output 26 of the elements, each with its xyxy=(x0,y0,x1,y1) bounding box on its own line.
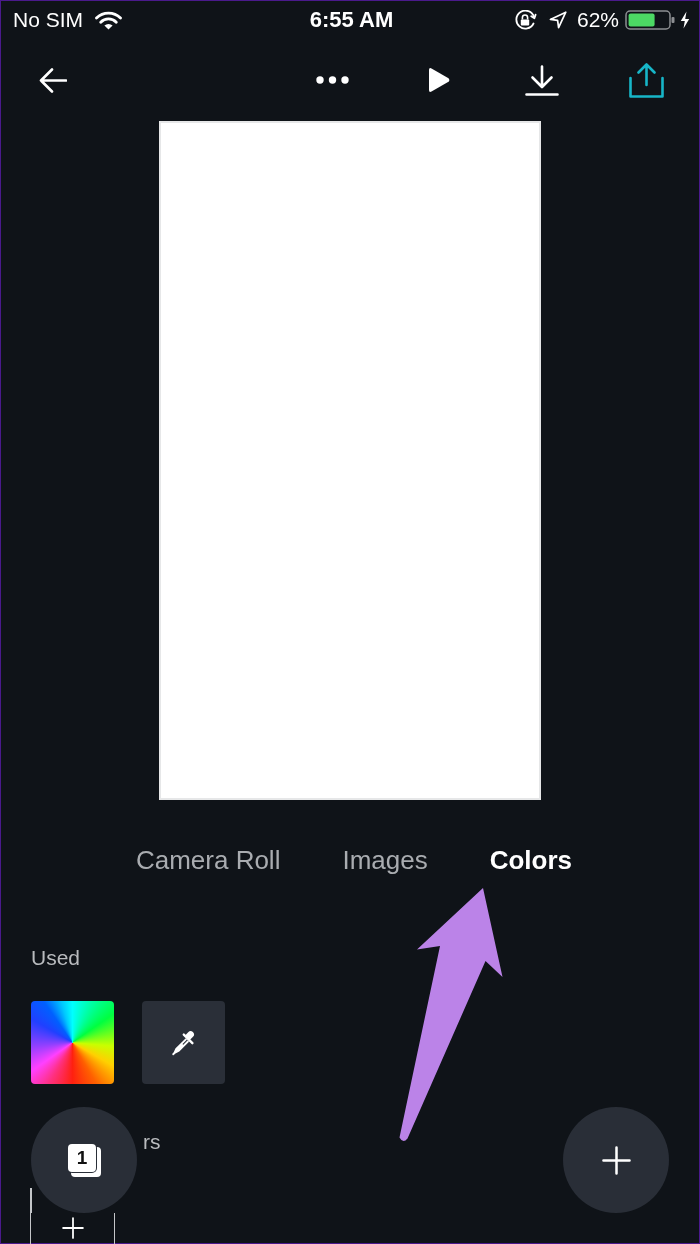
plus-icon xyxy=(601,1145,631,1175)
wifi-icon xyxy=(95,10,122,30)
back-icon[interactable] xyxy=(39,67,67,93)
eyedropper-button[interactable] xyxy=(142,1001,225,1084)
more-icon[interactable] xyxy=(316,76,349,84)
plus-icon xyxy=(61,1217,84,1239)
eyedropper-icon xyxy=(170,1029,197,1056)
orientation-lock-icon xyxy=(513,9,537,31)
battery-icon xyxy=(625,10,677,30)
section-title: Used xyxy=(31,946,81,970)
charging-bolt-icon xyxy=(680,11,690,29)
pages-button[interactable]: 1 xyxy=(31,1107,137,1213)
tab[interactable]: Camera Roll xyxy=(135,845,281,875)
download-icon[interactable] xyxy=(525,64,559,96)
status-time: 6:55 AM xyxy=(309,7,394,33)
location-arrow-icon xyxy=(548,11,567,29)
page-count: 1 xyxy=(67,1143,101,1177)
color-wheel-swatch[interactable] xyxy=(31,1001,114,1084)
share-icon[interactable] xyxy=(629,62,664,98)
add-color-tile[interactable] xyxy=(30,1213,115,1244)
battery-percentage: 62% xyxy=(576,8,619,32)
tab[interactable]: Images xyxy=(342,845,428,875)
section-title: rs xyxy=(143,1130,161,1154)
carrier-label: No SIM xyxy=(13,8,83,32)
tab[interactable]: Colors xyxy=(489,845,573,875)
play-icon[interactable] xyxy=(428,67,450,93)
